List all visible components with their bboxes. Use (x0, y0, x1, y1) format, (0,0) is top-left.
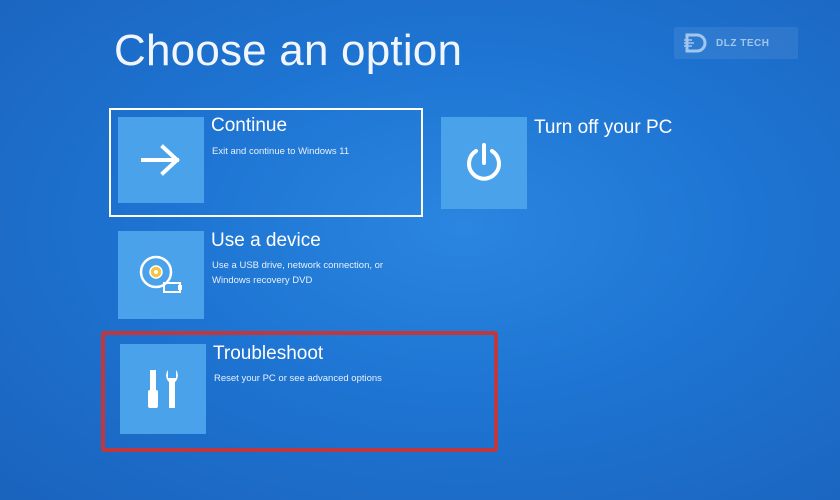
dlz-logo-icon (684, 33, 707, 53)
use-device-description-line-2: Windows recovery DVD (212, 275, 313, 286)
continue-tile (118, 117, 204, 203)
troubleshoot-tile (120, 344, 206, 434)
tools-icon (148, 370, 178, 408)
troubleshoot-option[interactable]: Troubleshoot Reset your PC or see advanc… (112, 338, 418, 439)
watermark-text: DLZ TECH (716, 37, 770, 49)
use-device-title: Use a device (211, 230, 321, 251)
power-icon (467, 143, 501, 181)
troubleshoot-description: Reset your PC or see advanced options (214, 373, 382, 384)
turn-off-title: Turn off your PC (534, 117, 673, 138)
disc-drive-icon (139, 255, 182, 293)
use-device-description: Use a USB drive, network connection, or … (212, 258, 422, 288)
page-title: Choose an option (114, 26, 463, 75)
continue-option[interactable]: Continue Exit and continue to Windows 11 (112, 111, 418, 212)
continue-title: Continue (211, 115, 288, 136)
arrow-right-icon (141, 144, 180, 176)
troubleshoot-title: Troubleshoot (213, 343, 324, 364)
turn-off-tile (441, 117, 527, 209)
use-device-tile (118, 231, 204, 319)
continue-description: Exit and continue to Windows 11 (212, 146, 350, 157)
turn-off-option[interactable]: Turn off your PC (441, 117, 681, 209)
watermark-logo: DLZ TECH (674, 27, 798, 59)
use-device-description-line-1: Use a USB drive, network connection, or (212, 260, 384, 271)
use-device-option[interactable]: Use a device Use a USB drive, network co… (112, 225, 418, 326)
